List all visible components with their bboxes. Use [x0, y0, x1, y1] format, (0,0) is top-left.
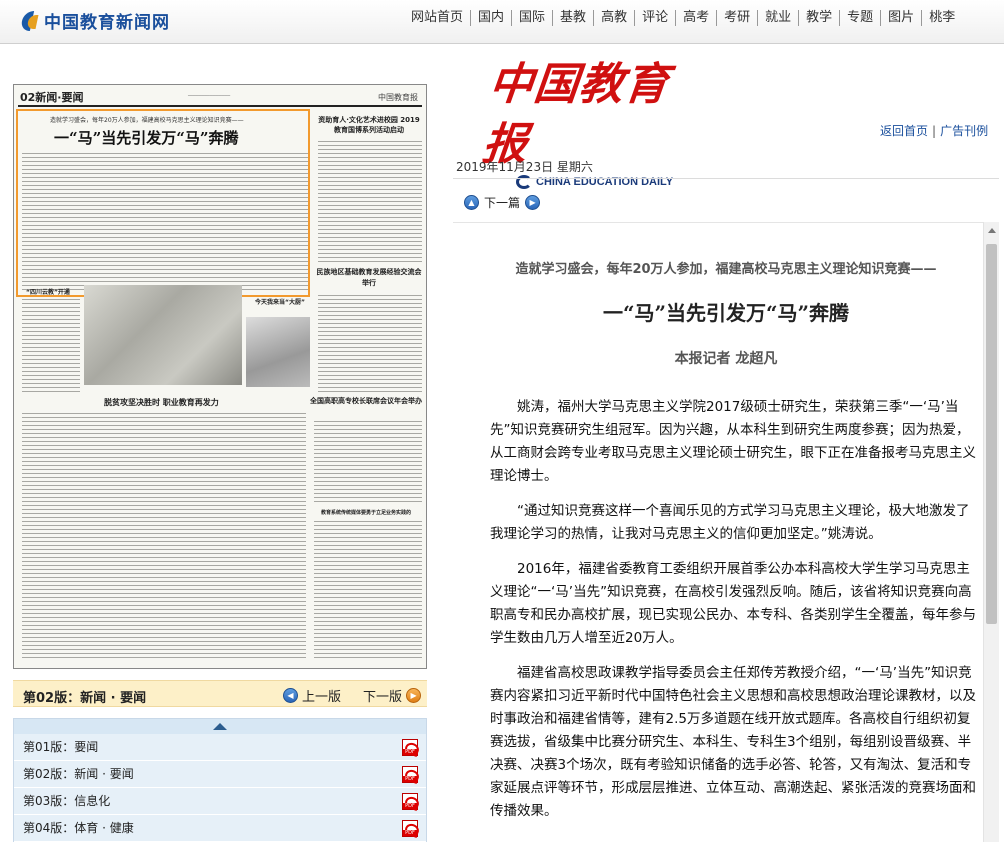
page-list-item[interactable]: 第04版：体育 · 健康 PDF — [14, 815, 426, 842]
page-image-mid-title: 民族地区基础教育发展经验交流会举行 — [316, 268, 422, 287]
page-image-bottom-title: 教育系统传统媒体要勇于立足业务实践的 — [320, 510, 411, 516]
nav-item-domestic[interactable]: 国内 — [471, 10, 513, 26]
logo-icon — [19, 9, 40, 33]
ad-rates-link[interactable]: 广告刊例 — [940, 124, 988, 138]
nav-item-pictures[interactable]: 图片 — [881, 10, 923, 26]
next-page-button[interactable]: 下一版 ▶ — [363, 686, 422, 705]
nav-item-teaching[interactable]: 教学 — [799, 10, 841, 26]
page-image-photo-title: 今天我来当“大厨” — [255, 299, 305, 306]
current-section-bar: 第02版：新闻 · 要闻 ◀ 上一版 下一版 ▶ — [13, 680, 427, 707]
page-image-text-block — [22, 411, 306, 661]
nav-item-comment[interactable]: 评论 — [635, 10, 677, 26]
chevron-up-icon — [213, 723, 227, 730]
article-content: 造就学习盛会，每年20万人参加，福建高校马克思主义理论知识竞赛—— 一“马”当先… — [470, 240, 982, 842]
page-image-lead-subtitle: 造就学习盛会，每年20万人参加，福建高校马克思主义理论知识竞赛—— — [50, 117, 244, 124]
nav-item-taoli[interactable]: 桃李 — [922, 10, 962, 26]
page-list-item-label[interactable]: 第04版：体育 · 健康 — [23, 821, 134, 835]
page-image-left-title: “四川云教”开通 — [26, 289, 70, 296]
collapse-toggle[interactable] — [14, 719, 426, 734]
article-paragraph: 2016年，福建省委教育工委组织开展首季公办本科高校大学生学习马克思主义理论“一… — [490, 561, 976, 646]
nav-item-higher-edu[interactable]: 高教 — [594, 10, 636, 26]
article-paragraph: 福建省高校思政课教学指导委员会主任郑传芳教授介绍，“一‘马’当先”知识竞赛内容紧… — [490, 665, 976, 819]
top-nav-bar: 中国教育新闻网 网站首页 国内 国际 基教 高教 评论 高考 考研 就业 教学 … — [0, 0, 1004, 44]
masthead-title: 中国教育报 — [480, 59, 672, 170]
next-article-label[interactable]: 下一篇 — [484, 194, 520, 211]
page-list-item-label[interactable]: 第03版：信息化 — [23, 794, 110, 808]
nav-item-employment[interactable]: 就业 — [758, 10, 800, 26]
page-image-dateline: ────────────── — [188, 93, 231, 99]
nav-item-kaoyan[interactable]: 考研 — [717, 10, 759, 26]
pdf-icon[interactable]: PDF — [402, 820, 418, 837]
article-subtitle: 造就学习盛会，每年20万人参加，福建高校马克思主义理论知识竞赛—— — [515, 262, 937, 277]
site-logo-text: 中国教育新闻网 — [44, 13, 170, 33]
pdf-icon[interactable]: PDF — [402, 766, 418, 783]
article-author: 本报记者 龙超凡 — [674, 351, 778, 367]
prev-page-label: 上一版 — [302, 690, 342, 705]
page-image-section-title: 脱贫攻坚决胜时 职业教育再发力 — [104, 398, 219, 407]
article-paragraph: 姚涛，福州大学马克思主义学院2017级硕士研究生，荣获第三季“一‘马’当先”知识… — [490, 399, 976, 484]
page-image-section-title-2: 全国高职高专校长联席会议年会举办 — [310, 397, 422, 405]
page-list-item-label[interactable]: 第02版：新闻 · 要闻 — [23, 767, 134, 781]
newspaper-page-image[interactable]: 02新闻·要闻 ────────────── 中国教育报 造就学习盛会，每年20… — [13, 84, 427, 669]
site-logo[interactable]: 中国教育新闻网 — [19, 8, 170, 33]
page-image-photo — [84, 285, 242, 385]
nav-item-special[interactable]: 专题 — [840, 10, 882, 26]
page-image-text-block — [314, 519, 422, 661]
pdf-icon[interactable]: PDF — [402, 739, 418, 756]
page-image-photo-caption-area — [246, 317, 310, 387]
divider — [453, 178, 999, 179]
nav-item-home[interactable]: 网站首页 — [404, 10, 472, 26]
page-image-right-title: 资助育人·文化艺术进校园 2019教育国博系列活动启动 — [318, 116, 420, 134]
current-section-label: 第02版：新闻 · 要闻 — [23, 691, 147, 706]
article-paragraph: “通过知识竞赛这样一个喜闻乐见的方式学习马克思主义理论，极大地激发了我理论学习的… — [490, 503, 970, 542]
page-image-header: 02新闻·要闻 ────────────── 中国教育报 — [18, 87, 422, 107]
main-nav: 网站首页 国内 国际 基教 高教 评论 高考 考研 就业 教学 专题 图片 桃李 — [404, 10, 962, 26]
prev-page-button[interactable]: ◀ 上一版 — [283, 686, 341, 705]
vertical-scrollbar[interactable] — [983, 222, 999, 842]
link-separator: | — [932, 124, 937, 138]
page-image-text-block — [22, 151, 308, 291]
next-page-label: 下一版 — [363, 690, 403, 705]
page-list-item-label[interactable]: 第01版：要闻 — [23, 740, 98, 754]
article-title: 一“马”当先引发万“马”奔腾 — [602, 301, 849, 325]
scroll-up-icon[interactable] — [988, 228, 996, 233]
divider — [453, 222, 999, 223]
arrow-up-icon: ▲ — [464, 195, 479, 210]
top-links: 返回首页 | 广告刊例 — [880, 122, 988, 139]
nav-item-basic-edu[interactable]: 基教 — [553, 10, 595, 26]
page-list-panel: 第01版：要闻 PDF 第02版：新闻 · 要闻 PDF 第03版：信息化 PD… — [13, 718, 427, 842]
scrollbar-thumb[interactable] — [986, 244, 997, 624]
nav-item-gaokao[interactable]: 高考 — [676, 10, 718, 26]
page-image-text-block — [314, 419, 422, 505]
arrow-right-icon[interactable]: ▶ — [525, 195, 541, 210]
page-image-label: 02新闻·要闻 — [20, 91, 84, 104]
page-image-text-block — [318, 139, 422, 263]
arrow-right-icon: ▶ — [406, 688, 422, 703]
issue-date: 2019年11月23日 星期六 — [456, 160, 593, 174]
page-image-lead-title: 一“马”当先引发万“马”奔腾 — [54, 129, 239, 147]
page-image-text-block — [318, 293, 422, 393]
page-image-text-block — [22, 297, 80, 393]
next-article-nav[interactable]: ▲ 下一篇 ▶ — [464, 194, 545, 211]
pdf-icon[interactable]: PDF — [402, 793, 418, 810]
home-link[interactable]: 返回首页 — [880, 124, 928, 138]
newspaper-masthead: 中国教育报 CHINA EDUCATION DAILY — [480, 55, 686, 189]
page-image-masthead: 中国教育报 — [378, 93, 418, 102]
arrow-left-icon: ◀ — [283, 688, 298, 703]
page-list-item[interactable]: 第01版：要闻 PDF — [14, 734, 426, 761]
page-list-item[interactable]: 第03版：信息化 PDF — [14, 788, 426, 815]
page-list-item[interactable]: 第02版：新闻 · 要闻 PDF — [14, 761, 426, 788]
nav-item-international[interactable]: 国际 — [512, 10, 554, 26]
